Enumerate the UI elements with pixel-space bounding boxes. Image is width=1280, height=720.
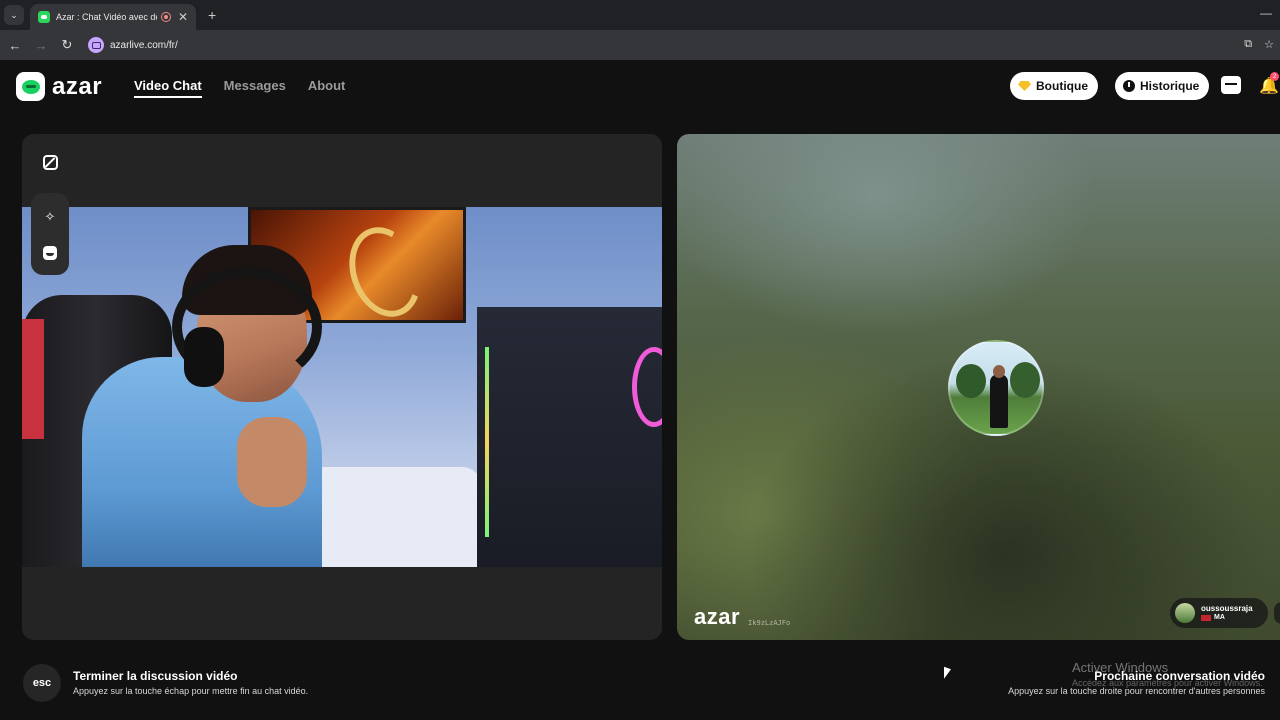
- partner-options-button[interactable]: [1274, 602, 1280, 624]
- partner-user-chip[interactable]: oussoussraja MA: [1170, 598, 1268, 628]
- recording-indicator-icon: [161, 12, 171, 22]
- watermark-id: Ik9zLzAJFo: [748, 619, 791, 627]
- partner-avatar[interactable]: [948, 340, 1044, 436]
- historique-label: Historique: [1140, 79, 1200, 93]
- tab-close-icon[interactable]: ✕: [178, 10, 188, 24]
- morocco-flag-icon: [1201, 614, 1211, 621]
- azar-favicon-icon: [38, 11, 50, 23]
- forward-button[interactable]: →: [30, 38, 52, 53]
- browser-tab-azar[interactable]: Azar : Chat Vidéo avec de n ✕: [30, 4, 196, 30]
- historique-button[interactable]: Historique: [1115, 72, 1210, 100]
- notification-badge: 2: [1270, 72, 1279, 81]
- azar-logo-icon: [16, 72, 45, 101]
- mouse-cursor-icon: [944, 666, 951, 682]
- site-info-icon[interactable]: [88, 37, 104, 53]
- tab-list-button[interactable]: ⌄: [4, 5, 24, 25]
- watermark-logo: azar: [694, 604, 741, 629]
- end-chat-hint: Appuyez sur la touche échap pour mettre …: [73, 686, 309, 696]
- next-chat-hint: Appuyez sur la touche droite pour rencon…: [1008, 686, 1265, 696]
- nav-about[interactable]: About: [308, 78, 346, 93]
- clock-icon: [1123, 80, 1135, 92]
- url-text: azarlive.com/fr/: [110, 39, 178, 51]
- app-header: azar Video Chat Messages About Boutique …: [0, 60, 1280, 112]
- window-minimize-button[interactable]: —: [1260, 6, 1272, 20]
- nav-messages[interactable]: Messages: [224, 78, 286, 93]
- inbox-icon[interactable]: [1221, 76, 1241, 94]
- bookmark-star-icon[interactable]: ☆: [1264, 38, 1274, 51]
- browser-address-bar: ← → ↻ azarlive.com/fr/ ⧉ ☆: [0, 30, 1280, 60]
- next-chat-title: Prochaine conversation vidéo: [1094, 669, 1265, 683]
- partner-video-panel: azar Ik9zLzAJFo oussoussraja MA: [677, 134, 1280, 640]
- magic-wand-icon[interactable]: ✧: [38, 205, 62, 229]
- partner-country: MA: [1214, 614, 1225, 621]
- back-button[interactable]: ←: [4, 38, 26, 53]
- url-field[interactable]: azarlive.com/fr/: [88, 34, 1228, 56]
- fullscreen-expand-icon[interactable]: [38, 150, 62, 174]
- partner-username: oussoussraja: [1201, 604, 1253, 613]
- logo-text: azar: [52, 72, 103, 100]
- face-filter-icon[interactable]: [38, 241, 62, 265]
- reload-button[interactable]: ↻: [56, 37, 78, 53]
- self-camera-feed: [22, 207, 662, 567]
- browser-tab-strip: ⌄ Azar : Chat Vidéo avec de n ✕ + —: [0, 0, 1280, 30]
- esc-key-button[interactable]: esc: [23, 664, 61, 702]
- boutique-label: Boutique: [1036, 79, 1088, 93]
- gem-icon: [1018, 81, 1031, 91]
- tab-title: Azar : Chat Vidéo avec de n: [56, 12, 158, 22]
- main-nav: Video Chat Messages About: [134, 78, 346, 98]
- azar-watermark: azar Ik9zLzAJFo: [694, 604, 790, 630]
- azar-logo[interactable]: azar: [16, 72, 102, 101]
- self-video-panel: [22, 134, 662, 640]
- camera-tools: ✧: [31, 193, 69, 275]
- end-chat-title: Terminer la discussion vidéo: [73, 669, 238, 683]
- boutique-button[interactable]: Boutique: [1010, 72, 1098, 100]
- partner-chip-avatar: [1175, 603, 1195, 623]
- nav-video-chat[interactable]: Video Chat: [134, 78, 202, 98]
- new-tab-button[interactable]: +: [208, 7, 216, 23]
- install-app-icon[interactable]: ⧉: [1244, 38, 1252, 51]
